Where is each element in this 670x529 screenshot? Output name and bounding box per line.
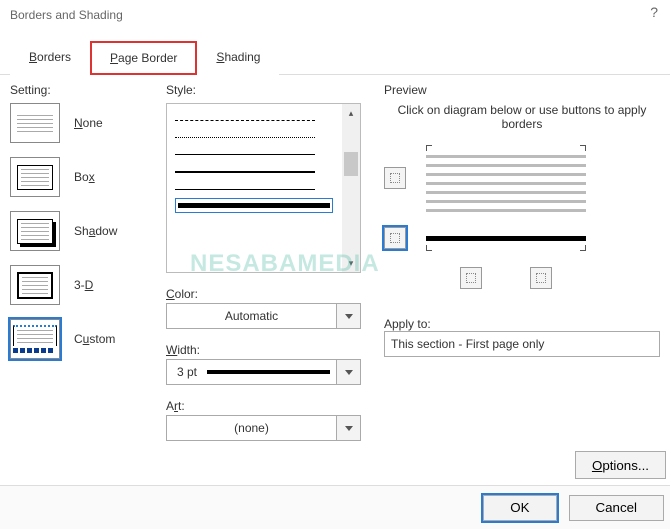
style-label: Style: bbox=[166, 83, 370, 97]
width-dropdown-button[interactable] bbox=[337, 359, 361, 385]
color-select[interactable]: Automatic bbox=[166, 303, 337, 329]
width-sample-icon bbox=[207, 370, 330, 374]
tab-strip: Borders Page Border Shading bbox=[0, 40, 670, 75]
border-top-button[interactable] bbox=[384, 167, 406, 189]
scroll-thumb[interactable] bbox=[344, 152, 358, 176]
setting-none[interactable]: None bbox=[10, 103, 160, 143]
preview-help-text: Click on diagram below or use buttons to… bbox=[384, 103, 660, 131]
chevron-down-icon bbox=[345, 314, 353, 319]
border-left-button[interactable] bbox=[460, 267, 482, 289]
color-label: Color: bbox=[166, 287, 370, 301]
setting-box-icon bbox=[10, 157, 60, 197]
preview-label: Preview bbox=[384, 83, 660, 97]
width-select[interactable]: 3 pt bbox=[166, 359, 337, 385]
width-label: Width: bbox=[166, 343, 370, 357]
art-dropdown-button[interactable] bbox=[337, 415, 361, 441]
color-dropdown-button[interactable] bbox=[337, 303, 361, 329]
apply-to-select[interactable]: This section - First page only bbox=[384, 331, 660, 357]
tab-borders[interactable]: Borders bbox=[10, 41, 90, 75]
style-option[interactable] bbox=[175, 171, 315, 173]
preview-diagram[interactable] bbox=[426, 145, 586, 289]
setting-shadow-label: Shadow bbox=[74, 224, 117, 238]
ok-button[interactable]: OK bbox=[483, 495, 556, 521]
style-scrollbar[interactable]: ▴ ▾ bbox=[342, 104, 360, 272]
setting-custom[interactable]: Custom bbox=[10, 319, 160, 359]
cancel-button[interactable]: Cancel bbox=[569, 495, 665, 521]
dialog-footer: OK Cancel bbox=[0, 485, 670, 529]
setting-3d[interactable]: 3-D bbox=[10, 265, 160, 305]
setting-box[interactable]: Box bbox=[10, 157, 160, 197]
apply-to-value: This section - First page only bbox=[391, 337, 544, 351]
width-value: 3 pt bbox=[177, 365, 197, 379]
window-title: Borders and Shading bbox=[10, 8, 123, 22]
setting-3d-label: 3-D bbox=[74, 278, 93, 292]
setting-none-label: None bbox=[74, 116, 103, 130]
art-label: Art: bbox=[166, 399, 370, 413]
chevron-down-icon bbox=[345, 426, 353, 431]
options-button[interactable]: Options... bbox=[575, 451, 666, 479]
style-option-selected[interactable] bbox=[175, 198, 333, 213]
tab-page-border[interactable]: Page Border bbox=[90, 41, 197, 75]
preview-bottom-border bbox=[426, 236, 586, 241]
style-option[interactable] bbox=[175, 189, 315, 190]
style-option[interactable] bbox=[175, 120, 315, 121]
tab-shading[interactable]: Shading bbox=[197, 41, 279, 75]
setting-shadow[interactable]: Shadow bbox=[10, 211, 160, 251]
setting-custom-label: Custom bbox=[74, 332, 115, 346]
style-option[interactable] bbox=[175, 137, 315, 138]
setting-custom-icon bbox=[10, 319, 60, 359]
setting-label: Setting: bbox=[10, 83, 160, 97]
help-icon[interactable]: ? bbox=[650, 4, 658, 20]
art-value: (none) bbox=[234, 421, 269, 435]
border-right-button[interactable] bbox=[530, 267, 552, 289]
setting-none-icon bbox=[10, 103, 60, 143]
border-bottom-button[interactable] bbox=[384, 227, 406, 249]
setting-shadow-icon bbox=[10, 211, 60, 251]
chevron-down-icon bbox=[345, 370, 353, 375]
style-option[interactable] bbox=[175, 154, 315, 155]
setting-box-label: Box bbox=[74, 170, 95, 184]
color-value: Automatic bbox=[225, 309, 278, 323]
scroll-down-icon[interactable]: ▾ bbox=[342, 254, 360, 272]
setting-3d-icon bbox=[10, 265, 60, 305]
apply-to-label: Apply to: bbox=[384, 317, 660, 331]
scroll-up-icon[interactable]: ▴ bbox=[342, 104, 360, 122]
art-select[interactable]: (none) bbox=[166, 415, 337, 441]
style-listbox[interactable]: ▴ ▾ bbox=[166, 103, 361, 273]
